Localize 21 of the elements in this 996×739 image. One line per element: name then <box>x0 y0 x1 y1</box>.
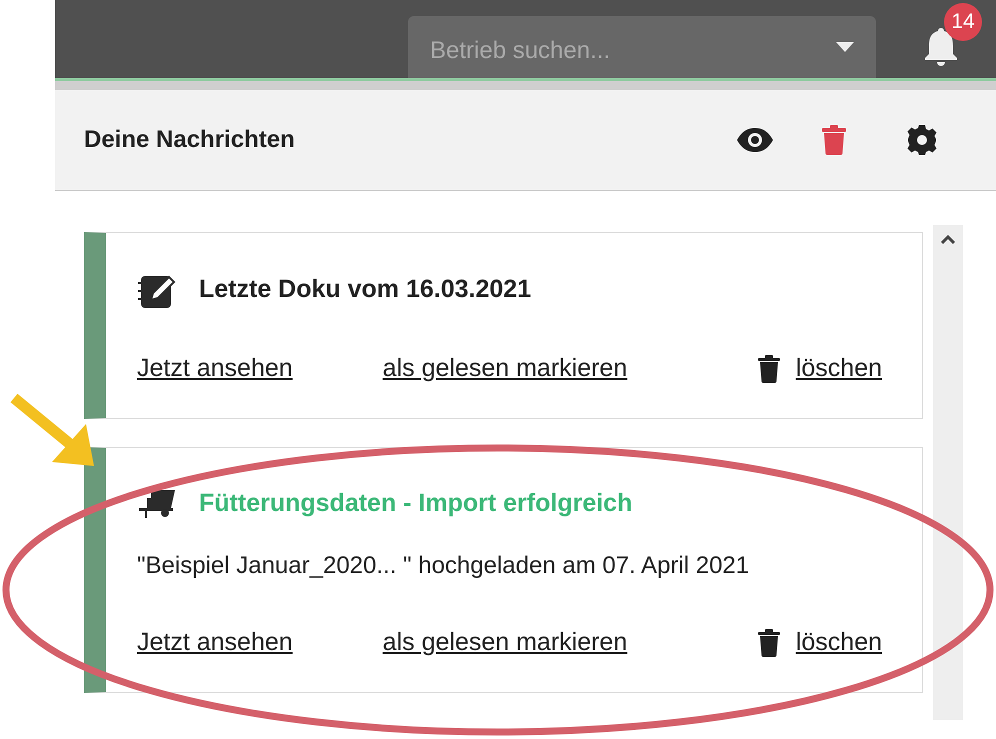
action-link[interactable]: löschen <box>796 624 882 662</box>
message-text: "Beispiel Januar_2020... " hochgeladen am 07. April 2021 <box>137 551 750 581</box>
action-link[interactable]: als gelesen markieren <box>382 350 628 388</box>
message-title: Letzte Doku vom 16.03.2021 <box>199 274 532 306</box>
bell-icon[interactable] <box>924 26 958 66</box>
action-link[interactable]: Jetzt ansehen <box>137 624 293 662</box>
action-link[interactable]: Jetzt ansehen <box>137 350 293 388</box>
message-title: Fütterungsdaten - Import erfolgreich <box>199 488 632 518</box>
scrollbar[interactable] <box>933 225 963 720</box>
settings-icon[interactable] <box>906 124 938 156</box>
search-dropdown[interactable]: Betrieb suchen... <box>408 16 876 78</box>
caret-icon <box>836 42 854 52</box>
notification-badge: 14 <box>944 3 982 41</box>
action-link[interactable]: als gelesen markieren <box>382 624 628 662</box>
scroll-up-icon[interactable] <box>941 235 955 244</box>
panel-title: Deine Nachrichten <box>84 125 295 155</box>
trash-icon[interactable] <box>758 354 780 383</box>
search-field[interactable]: Betrieb suchen... <box>430 33 790 69</box>
trash-icon[interactable] <box>758 628 780 657</box>
action-link[interactable]: löschen <box>796 350 882 388</box>
eye-icon[interactable] <box>736 127 774 153</box>
